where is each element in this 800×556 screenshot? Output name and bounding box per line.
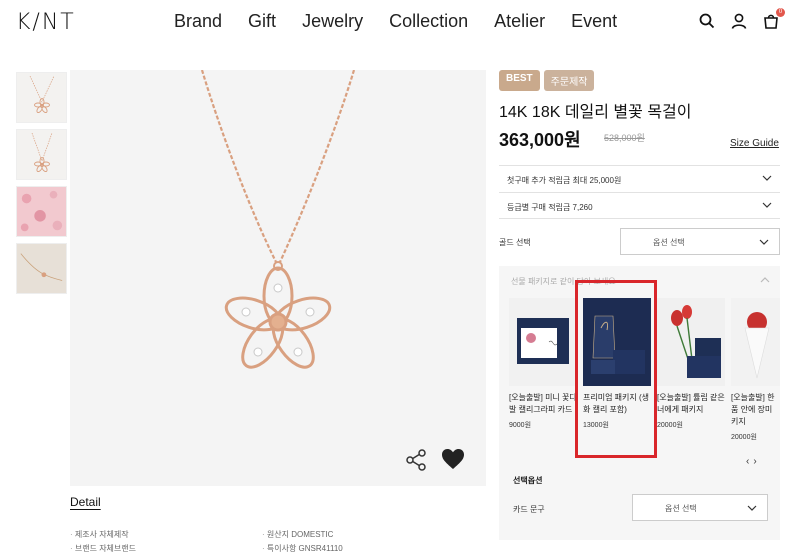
card-message-label: 카드 문구 <box>513 505 545 514</box>
package-image-4 <box>731 298 780 386</box>
site-header: K/NT Brand Gift Jewelry Collection Ateli… <box>0 0 800 44</box>
product-badges: BEST 주문제작 <box>499 70 595 91</box>
package-image-1 <box>509 298 577 386</box>
spec-notes: 특이사항 GNSR41110 <box>262 542 343 556</box>
best-badge: BEST <box>499 70 540 91</box>
nav-collection[interactable]: Collection <box>389 11 468 32</box>
search-icon[interactable] <box>698 12 716 30</box>
product-specs-right: 원산지 DOMESTIC 특이사항 GNSR41110 <box>262 528 343 556</box>
nav-jewelry[interactable]: Jewelry <box>302 11 363 32</box>
package-item-4[interactable]: [오늘출발] 한 품 안에 장미 키지 20000원 <box>731 298 780 442</box>
user-icon[interactable] <box>730 12 748 30</box>
gold-select[interactable]: 옵션 선택 <box>620 228 780 255</box>
size-guide-link[interactable]: Size Guide <box>730 138 779 149</box>
package-name-3: [오늘출발] 튤립 같은 너에게 패키지 <box>657 393 725 414</box>
brand-logo[interactable]: K/NT <box>16 10 76 35</box>
header-icons: 0 <box>698 8 785 30</box>
card-message-value: 옵션 선택 <box>665 504 697 513</box>
chevron-down-icon <box>759 239 769 245</box>
thumbnail-3[interactable] <box>16 186 67 237</box>
first-purchase-accordion[interactable]: 첫구매 추가 적립금 최대 25,000원 <box>499 165 780 192</box>
package-price-3: 20000원 <box>657 422 683 429</box>
wishlist-heart-icon[interactable] <box>441 448 465 470</box>
cart-icon[interactable]: 0 <box>762 8 785 30</box>
main-nav: Brand Gift Jewelry Collection Atelier Ev… <box>174 11 643 32</box>
nav-gift[interactable]: Gift <box>248 11 276 32</box>
tier-reward-text: 등급별 구매 적립금 7,260 <box>507 203 593 212</box>
gift-package-panel: 선물 패키지로 같이 담아 보세요 [오늘출발] 미니 꽃다발 캘리그라피 카드… <box>499 266 780 540</box>
package-name-4: [오늘출발] 한 품 안에 장미 키지 <box>731 393 775 426</box>
package-price-4: 20000원 <box>731 434 757 441</box>
spec-origin: 원산지 DOMESTIC <box>262 528 343 542</box>
option-section-label: 선택옵션 <box>513 476 543 485</box>
spec-manufacturer: 제조사 자체제작 <box>70 528 136 542</box>
original-price: 528,000원 <box>604 133 645 143</box>
package-name-1: [오늘출발] 미니 꽃다발 캘리그라피 카드 <box>509 393 577 414</box>
package-price-1: 9000원 <box>509 422 532 429</box>
necklace-illustration <box>200 69 356 369</box>
chevron-up-icon[interactable] <box>760 276 770 284</box>
nav-atelier[interactable]: Atelier <box>494 11 545 32</box>
product-specs-left: 제조사 자체제작 브랜드 자체브랜드 <box>70 528 136 556</box>
gold-select-label: 골드 선택 <box>499 238 531 247</box>
chevron-down-icon <box>747 505 757 511</box>
chevron-down-icon <box>762 175 772 181</box>
custom-order-badge: 주문제작 <box>543 70 595 91</box>
nav-event[interactable]: Event <box>571 11 617 32</box>
spec-brand: 브랜드 자체브랜드 <box>70 542 136 556</box>
gold-select-value: 옵션 선택 <box>653 238 685 247</box>
tier-reward-accordion[interactable]: 등급별 구매 적립금 7,260 <box>499 192 780 219</box>
package-item-1[interactable]: [오늘출발] 미니 꽃다발 캘리그라피 카드 9000원 <box>509 298 577 430</box>
product-title: 14K 18K 데일리 별꽃 목걸이 <box>499 104 692 121</box>
thumbnail-4[interactable] <box>16 243 67 294</box>
package-item-3[interactable]: [오늘출발] 튤립 같은 너에게 패키지 20000원 <box>657 298 725 430</box>
card-message-select[interactable]: 옵션 선택 <box>632 494 768 521</box>
product-main-image <box>70 69 486 486</box>
carousel-next-icon[interactable]: › <box>753 456 760 467</box>
product-price: 363,000원 <box>499 130 581 150</box>
chevron-down-icon <box>762 202 772 208</box>
nav-brand[interactable]: Brand <box>174 11 222 32</box>
thumbnail-2[interactable] <box>16 129 67 180</box>
share-icon[interactable] <box>404 448 428 472</box>
thumbnail-1[interactable] <box>16 72 67 123</box>
cart-count-badge: 0 <box>776 8 785 17</box>
tab-detail[interactable]: Detail <box>70 495 101 509</box>
thumbnail-list <box>16 72 67 300</box>
first-purchase-text: 첫구매 추가 적립금 최대 25,000원 <box>507 176 622 185</box>
package-image-3 <box>657 298 725 386</box>
package-carousel-arrows: ‹› <box>746 456 761 467</box>
selected-package-highlight <box>575 280 657 458</box>
